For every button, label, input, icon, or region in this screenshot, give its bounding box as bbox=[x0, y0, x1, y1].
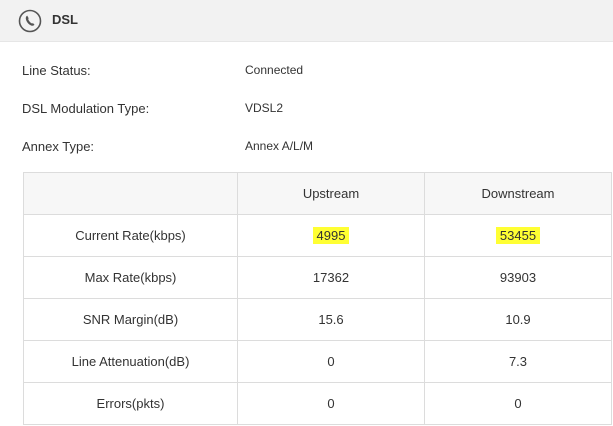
table-row: Max Rate(kbps) 17362 93903 bbox=[23, 256, 612, 299]
annex-type-value: Annex A/L/M bbox=[245, 139, 314, 153]
modulation-type-row: DSL Modulation Type: VDSL2 bbox=[0, 101, 613, 121]
errors-upstream: 0 bbox=[237, 382, 425, 425]
phone-circle-icon bbox=[18, 9, 42, 33]
line-status-label: Line Status: bbox=[22, 63, 91, 78]
max-rate-upstream: 17362 bbox=[237, 256, 425, 299]
row-label-line-attenuation: Line Attenuation(dB) bbox=[23, 340, 238, 383]
table-row: Line Attenuation(dB) 0 7.3 bbox=[23, 340, 612, 383]
row-label-max-rate: Max Rate(kbps) bbox=[23, 256, 238, 299]
line-status-value: Connected bbox=[245, 63, 304, 77]
line-status-row: Line Status: Connected bbox=[0, 63, 613, 83]
panel-header: DSL bbox=[0, 0, 613, 42]
column-header-upstream: Upstream bbox=[237, 172, 425, 215]
line-attenuation-upstream: 0 bbox=[237, 340, 425, 383]
column-header-empty bbox=[23, 172, 238, 215]
current-rate-downstream-cell: 53455 bbox=[424, 214, 612, 257]
current-rate-upstream-cell: 4995 bbox=[237, 214, 425, 257]
row-label-current-rate: Current Rate(kbps) bbox=[23, 214, 238, 257]
table-row: Errors(pkts) 0 0 bbox=[23, 382, 612, 425]
current-rate-upstream: 4995 bbox=[312, 227, 350, 244]
snr-margin-downstream: 10.9 bbox=[424, 298, 612, 341]
table-header-row: Upstream Downstream bbox=[23, 172, 612, 215]
column-header-downstream: Downstream bbox=[424, 172, 612, 215]
modulation-type-label: DSL Modulation Type: bbox=[22, 101, 150, 116]
max-rate-downstream: 93903 bbox=[424, 256, 612, 299]
table-row: Current Rate(kbps) 4995 53455 bbox=[23, 214, 612, 257]
table-row: SNR Margin(dB) 15.6 10.9 bbox=[23, 298, 612, 341]
current-rate-downstream: 53455 bbox=[495, 227, 541, 244]
modulation-type-value: VDSL2 bbox=[245, 101, 284, 115]
line-attenuation-downstream: 7.3 bbox=[424, 340, 612, 383]
dsl-stats-table: Upstream Downstream Current Rate(kbps) 4… bbox=[23, 172, 612, 425]
annex-type-row: Annex Type: Annex A/L/M bbox=[0, 139, 613, 159]
errors-downstream: 0 bbox=[424, 382, 612, 425]
row-label-errors: Errors(pkts) bbox=[23, 382, 238, 425]
row-label-snr-margin: SNR Margin(dB) bbox=[23, 298, 238, 341]
panel-title: DSL bbox=[52, 12, 78, 27]
snr-margin-upstream: 15.6 bbox=[237, 298, 425, 341]
annex-type-label: Annex Type: bbox=[22, 139, 95, 154]
